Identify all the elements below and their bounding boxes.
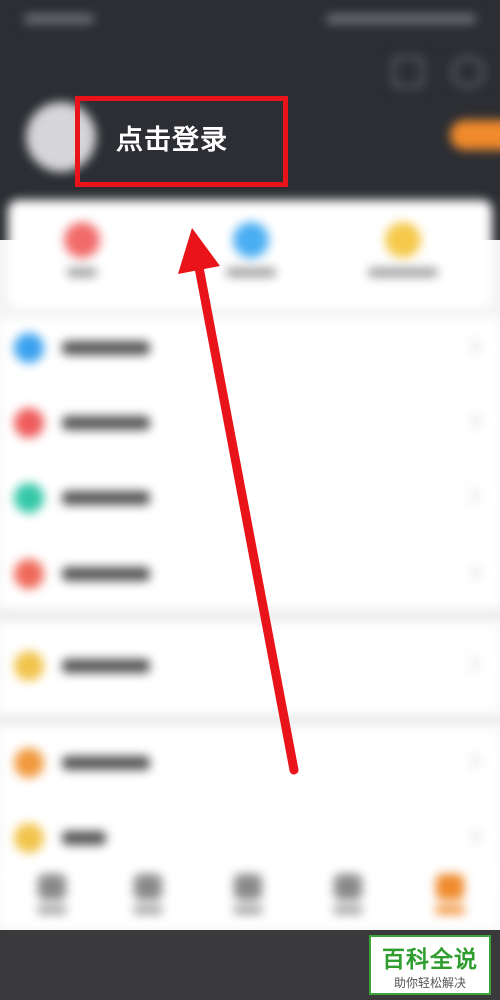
- menu-item-label: [62, 831, 106, 845]
- quick-action-label: [368, 268, 438, 277]
- message-icon: [334, 874, 362, 900]
- bottom-nav: [0, 866, 500, 930]
- nav-tab-label: [233, 906, 263, 914]
- watermark-subtitle: 助你轻松解决: [393, 976, 466, 990]
- highlight-box: [75, 96, 288, 187]
- nav-tab-3[interactable]: [228, 874, 268, 914]
- status-bar: [0, 0, 500, 40]
- quick-actions-card: [8, 200, 492, 308]
- orange-circle-icon: [14, 748, 44, 778]
- red-circle-icon: [64, 222, 100, 258]
- red-circle-icon: [14, 559, 44, 589]
- nav-tab-2[interactable]: [128, 874, 168, 914]
- chevron-right-icon: [463, 487, 481, 505]
- menu-item[interactable]: [0, 636, 500, 696]
- blue-circle-icon: [233, 222, 269, 258]
- menu-item-label: [62, 756, 150, 770]
- orange-badge-button[interactable]: [450, 120, 500, 150]
- chevron-right-icon: [463, 752, 481, 770]
- red-circle-icon: [14, 408, 44, 438]
- home-icon: [38, 874, 66, 900]
- yellow-circle-icon: [14, 823, 44, 853]
- nav-tab-label: [37, 906, 67, 914]
- menu-item[interactable]: [0, 318, 500, 378]
- quick-action-3[interactable]: [368, 222, 438, 277]
- chevron-right-icon: [463, 655, 481, 673]
- video-icon: [134, 874, 162, 900]
- chevron-right-icon: [463, 412, 481, 430]
- menu-item[interactable]: [0, 393, 500, 453]
- chevron-right-icon: [463, 827, 481, 845]
- quick-action-label: [226, 268, 276, 277]
- quick-action-1[interactable]: [64, 222, 100, 277]
- menu-item[interactable]: [0, 544, 500, 604]
- discover-icon: [234, 874, 262, 900]
- menu-item-label: [62, 341, 150, 355]
- status-time: [24, 14, 94, 24]
- divider: [0, 714, 500, 726]
- chevron-right-icon: [463, 563, 481, 581]
- menu-item[interactable]: [0, 733, 500, 793]
- status-indicators: [326, 14, 476, 24]
- divider: [0, 610, 500, 622]
- nav-tab-1[interactable]: [32, 874, 72, 914]
- message-icon[interactable]: [452, 56, 484, 88]
- chevron-right-icon: [463, 337, 481, 355]
- menu-item[interactable]: [0, 468, 500, 528]
- menu-list: [0, 318, 500, 886]
- yellow-circle-icon: [385, 222, 421, 258]
- settings-icon[interactable]: [392, 56, 424, 88]
- yellow-circle-icon: [14, 651, 44, 681]
- profile-icon: [436, 874, 464, 900]
- menu-item-label: [62, 416, 150, 430]
- blue-circle-icon: [14, 333, 44, 363]
- menu-item-label: [62, 567, 150, 581]
- menu-item[interactable]: [0, 808, 500, 868]
- menu-item-label: [62, 659, 150, 673]
- nav-tab-label: [333, 906, 363, 914]
- quick-action-label: [67, 268, 97, 277]
- nav-tab-5[interactable]: [430, 874, 470, 914]
- menu-item-label: [62, 491, 150, 505]
- nav-tab-label: [435, 906, 465, 914]
- green-circle-icon: [14, 483, 44, 513]
- quick-action-2[interactable]: [226, 222, 276, 277]
- nav-tab-label: [133, 906, 163, 914]
- nav-tab-4[interactable]: [328, 874, 368, 914]
- watermark-title: 百科全说: [382, 947, 478, 973]
- watermark-logo: 百科全说 助你轻松解决: [369, 935, 491, 995]
